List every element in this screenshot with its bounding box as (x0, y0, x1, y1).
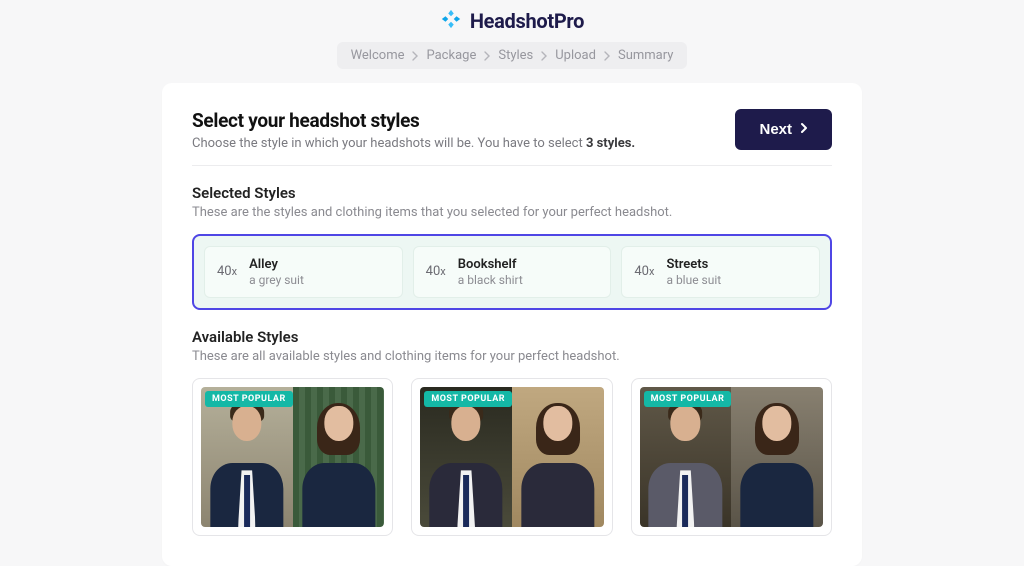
crumb-welcome[interactable]: Welcome (351, 48, 405, 63)
selected-styles-section: Selected Styles These are the styles and… (192, 166, 832, 310)
chevron-right-icon (539, 51, 549, 61)
style-preview (640, 387, 823, 527)
selected-style-alley[interactable]: 40x Alley a grey suit (204, 246, 403, 298)
page-title: Select your headshot styles (192, 109, 635, 132)
selected-name: Streets (666, 257, 721, 273)
logo-icon (440, 8, 462, 34)
selected-name: Alley (249, 257, 304, 273)
crumb-styles[interactable]: Styles (498, 48, 533, 63)
chevron-right-icon (602, 51, 612, 61)
selected-subtitle: These are the styles and clothing items … (192, 205, 832, 220)
selected-count: 40x (634, 264, 654, 279)
selected-desc: a grey suit (249, 273, 304, 287)
selected-desc: a blue suit (666, 273, 721, 287)
selected-desc: a black shirt (458, 273, 523, 287)
chevron-right-icon (410, 51, 420, 61)
page-subtitle: Choose the style in which your headshots… (192, 136, 635, 151)
selected-styles-box: 40x Alley a grey suit 40x Bookshelf a bl… (192, 234, 832, 310)
chevron-right-icon (482, 51, 492, 61)
chevron-right-icon (798, 121, 810, 138)
available-subtitle: These are all available styles and cloth… (192, 349, 832, 364)
selected-count: 40x (217, 264, 237, 279)
brand-logo: HeadshotPro (0, 0, 1024, 42)
selected-count: 40x (426, 264, 446, 279)
style-card[interactable]: MOST POPULAR (631, 378, 832, 536)
breadcrumb: Welcome Package Styles Upload Summary (337, 42, 688, 69)
next-button[interactable]: Next (735, 109, 832, 150)
selected-style-streets[interactable]: 40x Streets a blue suit (621, 246, 820, 298)
most-popular-badge: MOST POPULAR (424, 391, 512, 407)
selected-style-bookshelf[interactable]: 40x Bookshelf a black shirt (413, 246, 612, 298)
selected-name: Bookshelf (458, 257, 523, 273)
style-card[interactable]: MOST POPULAR (411, 378, 612, 536)
most-popular-badge: MOST POPULAR (205, 391, 293, 407)
style-preview (201, 387, 384, 527)
crumb-package[interactable]: Package (426, 48, 476, 63)
available-styles-section: Available Styles These are all available… (192, 310, 832, 536)
available-title: Available Styles (192, 328, 832, 346)
crumb-upload[interactable]: Upload (555, 48, 596, 63)
next-button-label: Next (759, 121, 792, 138)
style-card[interactable]: MOST POPULAR (192, 378, 393, 536)
brand-name: HeadshotPro (470, 9, 584, 33)
crumb-summary[interactable]: Summary (618, 48, 673, 63)
most-popular-badge: MOST POPULAR (644, 391, 732, 407)
main-card: Select your headshot styles Choose the s… (162, 83, 862, 566)
style-preview (420, 387, 603, 527)
selected-title: Selected Styles (192, 184, 832, 202)
